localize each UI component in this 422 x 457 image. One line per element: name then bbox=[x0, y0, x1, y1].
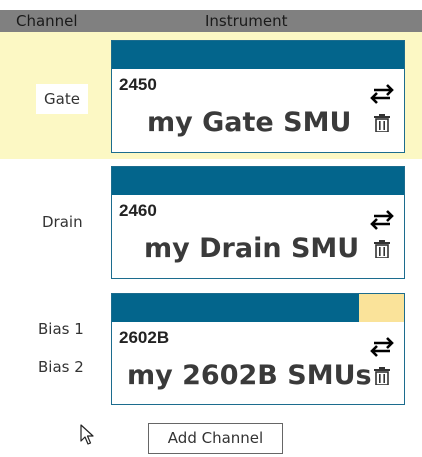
channel-label-bias-1[interactable]: Bias 1 bbox=[38, 320, 84, 338]
trash-icon[interactable] bbox=[374, 367, 390, 385]
instrument-name: my 2602B SMUs bbox=[127, 360, 372, 391]
channel-instrument-panel: Channel Instrument Gate 2450 my Gate SMU… bbox=[0, 0, 422, 457]
channel-row-gate[interactable]: Gate 2450 my Gate SMU bbox=[0, 32, 422, 159]
table-header: Channel Instrument bbox=[0, 10, 422, 32]
trash-icon[interactable] bbox=[374, 114, 390, 132]
channel-label-gate[interactable]: Gate bbox=[36, 84, 88, 114]
channel-row-drain[interactable]: Drain 2460 my Drain SMU bbox=[0, 159, 422, 288]
swap-arrows-icon[interactable] bbox=[368, 83, 396, 105]
instrument-name: my Drain SMU bbox=[144, 233, 360, 264]
instrument-card-drain[interactable]: 2460 my Drain SMU bbox=[111, 166, 405, 279]
card-header-bar-unassigned bbox=[359, 294, 404, 322]
channel-label-bias-2[interactable]: Bias 2 bbox=[38, 358, 84, 376]
channel-label-drain[interactable]: Drain bbox=[42, 213, 83, 231]
instrument-column-header: Instrument bbox=[205, 12, 288, 30]
instrument-name: my Gate SMU bbox=[147, 107, 352, 138]
swap-arrows-icon[interactable] bbox=[368, 336, 396, 358]
swap-arrows-icon[interactable] bbox=[368, 209, 396, 231]
instrument-card-gate[interactable]: 2450 my Gate SMU bbox=[111, 40, 405, 153]
channel-column-header: Channel bbox=[16, 12, 78, 30]
card-header-bar bbox=[112, 41, 404, 69]
instrument-model: 2460 bbox=[119, 201, 157, 220]
channel-row-bias[interactable]: Bias 1 Bias 2 2602B my 2602B SMUs bbox=[0, 288, 422, 414]
trash-icon[interactable] bbox=[374, 240, 390, 258]
mouse-pointer-icon bbox=[80, 424, 94, 445]
add-channel-button[interactable]: Add Channel bbox=[148, 423, 283, 454]
instrument-model: 2602B bbox=[119, 328, 170, 347]
card-header-bar bbox=[112, 294, 359, 322]
instrument-model: 2450 bbox=[119, 75, 157, 94]
card-header-bar bbox=[112, 167, 404, 195]
instrument-card-bias[interactable]: 2602B my 2602B SMUs bbox=[111, 293, 405, 405]
